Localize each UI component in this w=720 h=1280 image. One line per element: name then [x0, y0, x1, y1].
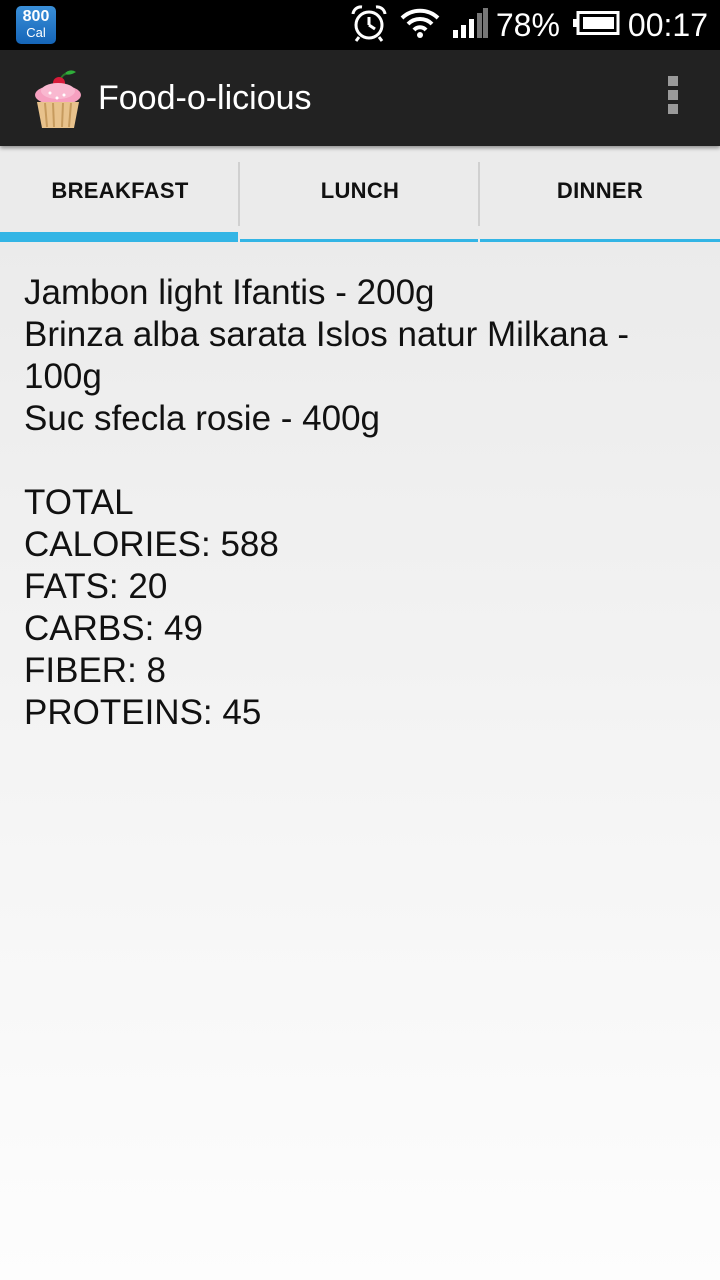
total-proteins: PROTEINS: 45 — [24, 693, 262, 732]
wifi-icon — [400, 7, 440, 44]
calorie-notification-icon: 800 Cal — [16, 6, 56, 44]
tab-label: DINNER — [556, 178, 644, 203]
tab-indicator — [480, 239, 720, 242]
overflow-menu-icon[interactable] — [666, 76, 680, 120]
tab-breakfast[interactable]: BREAKFAST — [0, 146, 240, 242]
signal-icon — [452, 7, 488, 43]
tab-label: LUNCH — [320, 178, 400, 203]
tab-selected-indicator — [0, 232, 238, 242]
battery-percent: 78% — [495, 6, 560, 43]
total-fiber: FIBER: 8 — [24, 651, 166, 690]
cupcake-icon[interactable] — [30, 66, 86, 130]
meal-tabs: BREAKFAST LUNCH DINNER — [0, 146, 720, 242]
tab-label: BREAKFAST — [51, 178, 189, 203]
food-item: Jambon light Ifantis - 200g — [24, 273, 435, 312]
meal-summary: Jambon light Ifantis - 200g Brinza alba … — [24, 272, 704, 734]
total-fats: FATS: 20 — [24, 567, 168, 606]
status-indicators: 78% 00:17 — [338, 0, 708, 50]
clock: 00:17 — [627, 6, 708, 43]
alarm-icon — [350, 4, 388, 47]
tab-dinner[interactable]: DINNER — [480, 146, 720, 242]
calorie-notification-value: 800 — [22, 8, 50, 25]
action-bar: Food-o-licious — [0, 50, 720, 146]
battery-icon — [572, 10, 620, 40]
total-carbs: CARBS: 49 — [24, 609, 203, 648]
food-item: Brinza alba sarata Islos natur Milkana -… — [24, 315, 629, 396]
status-bar: 800 Cal 78% 00:17 — [0, 0, 720, 50]
tab-indicator — [240, 239, 478, 242]
total-calories: CALORIES: 588 — [24, 525, 279, 564]
app-title: Food-o-licious — [98, 79, 312, 117]
tab-lunch[interactable]: LUNCH — [240, 146, 480, 242]
totals-heading: TOTAL — [24, 483, 134, 522]
calorie-notification-unit: Cal — [26, 25, 46, 40]
food-item: Suc sfecla rosie - 400g — [24, 399, 381, 438]
